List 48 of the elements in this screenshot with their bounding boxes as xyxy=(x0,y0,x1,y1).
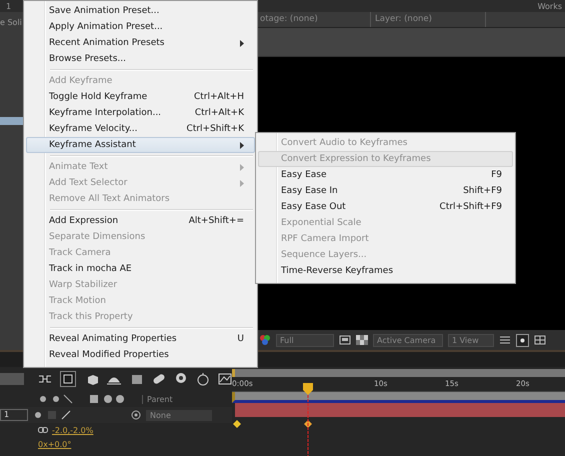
checkerboard-icon[interactable] xyxy=(356,335,368,345)
panel-tab[interactable]: e Soli xyxy=(0,18,23,27)
camera-dropdown[interactable]: Active Camera xyxy=(373,334,443,346)
menu-item[interactable]: Keyframe Assistant xyxy=(26,137,255,153)
stopwatch-icon[interactable] xyxy=(196,372,210,386)
workspace-label: Works xyxy=(538,2,562,10)
scale-value[interactable]: -2.0,-2.0% xyxy=(52,426,94,434)
menu-item[interactable]: Apply Animation Preset... xyxy=(26,19,255,35)
menu-item[interactable]: Track in mocha AE xyxy=(26,261,255,277)
menu-item[interactable]: Easy Ease In Shift+F9 xyxy=(258,183,513,199)
composition-icon[interactable] xyxy=(60,371,76,387)
lines-icon[interactable] xyxy=(499,334,511,346)
rotation-value[interactable]: 0x+0.0° xyxy=(38,440,72,448)
slash-icon[interactable] xyxy=(61,410,71,420)
link-icon[interactable] xyxy=(38,427,48,433)
nodes-icon[interactable] xyxy=(38,374,52,384)
frame-icon[interactable] xyxy=(516,334,529,346)
menu-item[interactable]: Browse Presets... xyxy=(26,51,255,67)
menu-item[interactable]: Keyframe Velocity... Ctrl+Shift+K xyxy=(26,121,255,137)
menu-item[interactable]: Time-Reverse Keyframes xyxy=(258,263,513,279)
capsule-icon[interactable] xyxy=(152,373,166,385)
keyframe-icon[interactable] xyxy=(304,420,312,428)
graph-icon[interactable] xyxy=(218,373,232,385)
column-header: Parent xyxy=(142,394,173,404)
region-icon[interactable] xyxy=(339,335,351,345)
menu-item[interactable]: Save Animation Preset... xyxy=(26,3,255,19)
grid-icon[interactable] xyxy=(534,334,546,346)
menu-item[interactable]: Toggle Hold Keyframe Ctrl+Alt+H xyxy=(26,89,255,105)
view-layout-dropdown[interactable]: 1 View xyxy=(448,334,494,346)
color-channels-icon[interactable] xyxy=(259,334,271,346)
resolution-dropdown[interactable]: Full xyxy=(276,334,334,346)
search-field[interactable] xyxy=(0,373,24,385)
menu-item[interactable]: Easy Ease Out Ctrl+Shift+F9 xyxy=(258,199,513,215)
menu-item[interactable]: Recent Animation Presets xyxy=(26,35,255,51)
keyframe-icon[interactable] xyxy=(233,420,241,428)
menu-item[interactable]: Reveal Modified Properties xyxy=(26,347,255,363)
playhead[interactable] xyxy=(302,383,314,456)
spiral-icon[interactable] xyxy=(131,410,141,420)
parent-dropdown[interactable]: None xyxy=(146,410,212,420)
time-navigator[interactable] xyxy=(232,392,565,403)
menu-item[interactable]: Keyframe Interpolation... Ctrl+Alt+K xyxy=(26,105,255,121)
menu-item[interactable]: Easy Ease F9 xyxy=(258,167,513,183)
switch-slot xyxy=(48,411,56,419)
menu-item[interactable]: Reveal Animating Properties U xyxy=(26,331,255,347)
panel-index: 1 xyxy=(6,2,12,10)
layer-number: 1 xyxy=(0,409,28,421)
viewer-tab[interactable]: Layer: (none) xyxy=(371,12,486,27)
menu-item[interactable]: Add Expression Alt+Shift+= xyxy=(26,213,255,229)
